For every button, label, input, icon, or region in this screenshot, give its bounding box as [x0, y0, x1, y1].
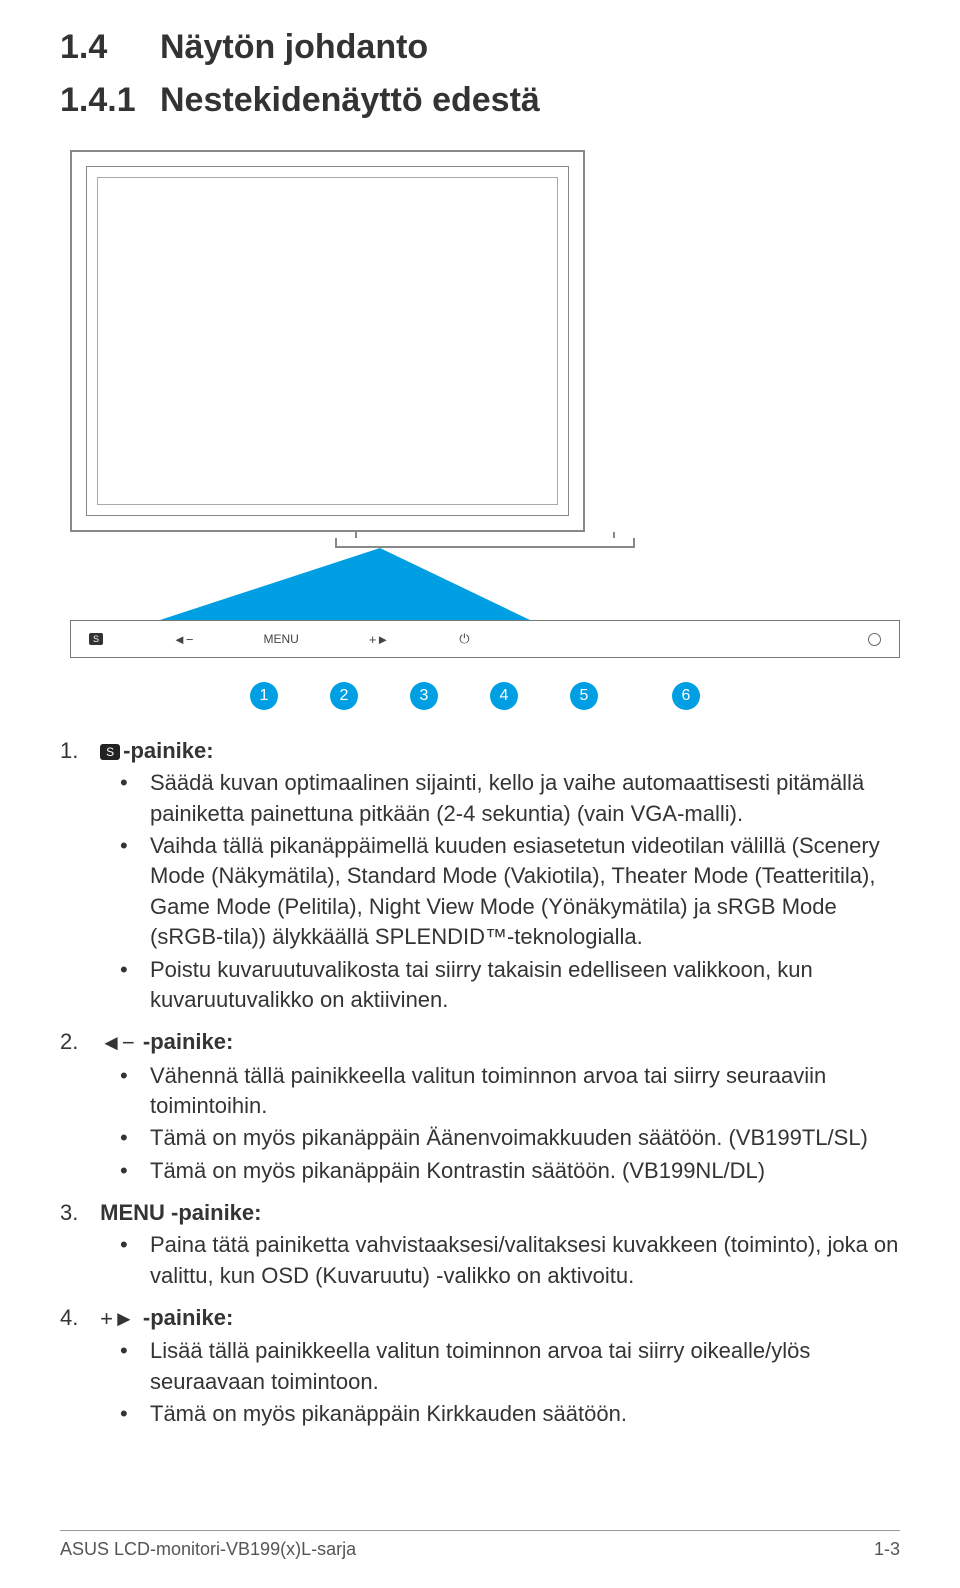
monitor-stand-base — [335, 538, 635, 548]
item-title: -painike: — [137, 1029, 234, 1054]
callout-badges: 1 2 3 4 5 6 — [250, 664, 900, 710]
item-number: 4. — [60, 1303, 94, 1333]
item-title: -painike: — [123, 738, 213, 763]
callout-badge-6: 6 — [672, 682, 700, 710]
heading-1: 1.4Näytön johdanto — [60, 28, 900, 67]
left-arrow-icon: ◄− — [100, 1028, 135, 1058]
panel-left-arrow-icon: ◄− — [173, 632, 193, 647]
heading-2: 1.4.1Nestekidenäyttö edestä — [60, 81, 900, 120]
right-arrow-icon: +► — [100, 1304, 135, 1334]
callout-badge-4: 4 — [490, 682, 518, 710]
item-title: MENU -painike: — [100, 1200, 261, 1225]
bullet-text: Poistu kuvaruutuvalikosta tai siirry tak… — [120, 955, 900, 1016]
monitor-screen — [97, 177, 558, 505]
footer-page-number: 1-3 — [874, 1539, 900, 1560]
bullet-text: Tämä on myös pikanäppäin Kontrastin säät… — [120, 1156, 900, 1186]
callout-badge-3: 3 — [410, 682, 438, 710]
bullet-text: Säädä kuvan optimaalinen sijainti, kello… — [120, 768, 900, 829]
item-number: 3. — [60, 1198, 94, 1228]
monitor-bezel — [86, 166, 569, 516]
monitor-outline — [70, 150, 585, 532]
callout-badge-2: 2 — [330, 682, 358, 710]
bullet-text: Lisää tällä painikkeella valitun toiminn… — [120, 1336, 900, 1397]
heading-2-number: 1.4.1 — [60, 81, 160, 120]
callout-triangle — [70, 548, 585, 620]
bullet-text: Tämä on myös pikanäppäin Kirkkauden säät… — [120, 1399, 900, 1429]
list-item: 3. MENU -painike: Paina tätä painiketta … — [60, 1198, 900, 1291]
item-number: 2. — [60, 1027, 94, 1057]
button-description-list: 1. S-painike: Säädä kuvan optimaalinen s… — [60, 736, 900, 1430]
item-number: 1. — [60, 736, 94, 766]
heading-2-text: Nestekidenäyttö edestä — [160, 81, 540, 119]
button-panel: S ◄− MENU +► ⏻ — [70, 620, 900, 658]
bullet-text: Vaihda tällä pikanäppäimellä kuuden esia… — [120, 831, 900, 952]
list-item: 2. ◄− -painike: Vähennä tällä painikkeel… — [60, 1027, 900, 1186]
heading-1-number: 1.4 — [60, 28, 160, 67]
item-title: -painike: — [137, 1305, 234, 1330]
footer-left: ASUS LCD-monitori-VB199(x)L-sarja — [60, 1539, 356, 1560]
bullet-text: Tämä on myös pikanäppäin Äänenvoimakkuud… — [120, 1123, 900, 1153]
monitor-diagram: S ◄− MENU +► ⏻ 1 2 3 4 5 6 — [70, 150, 900, 710]
bullet-text: Paina tätä painiketta vahvistaaksesi/val… — [120, 1230, 900, 1291]
page-footer: ASUS LCD-monitori-VB199(x)L-sarja 1-3 — [60, 1530, 900, 1560]
panel-right-arrow-icon: +► — [369, 632, 389, 647]
panel-menu-label: MENU — [263, 632, 298, 646]
panel-led-icon — [868, 633, 881, 646]
panel-s-button-icon: S — [89, 633, 103, 645]
list-item: 4. +► -painike: Lisää tällä painikkeella… — [60, 1303, 900, 1429]
heading-1-text: Näytön johdanto — [160, 28, 428, 66]
callout-badge-5: 5 — [570, 682, 598, 710]
list-item: 1. S-painike: Säädä kuvan optimaalinen s… — [60, 736, 900, 1015]
s-button-icon: S — [100, 744, 120, 760]
panel-power-icon: ⏻ — [459, 631, 469, 647]
callout-badge-1: 1 — [250, 682, 278, 710]
bullet-text: Vähennä tällä painikkeella valitun toimi… — [120, 1061, 900, 1122]
